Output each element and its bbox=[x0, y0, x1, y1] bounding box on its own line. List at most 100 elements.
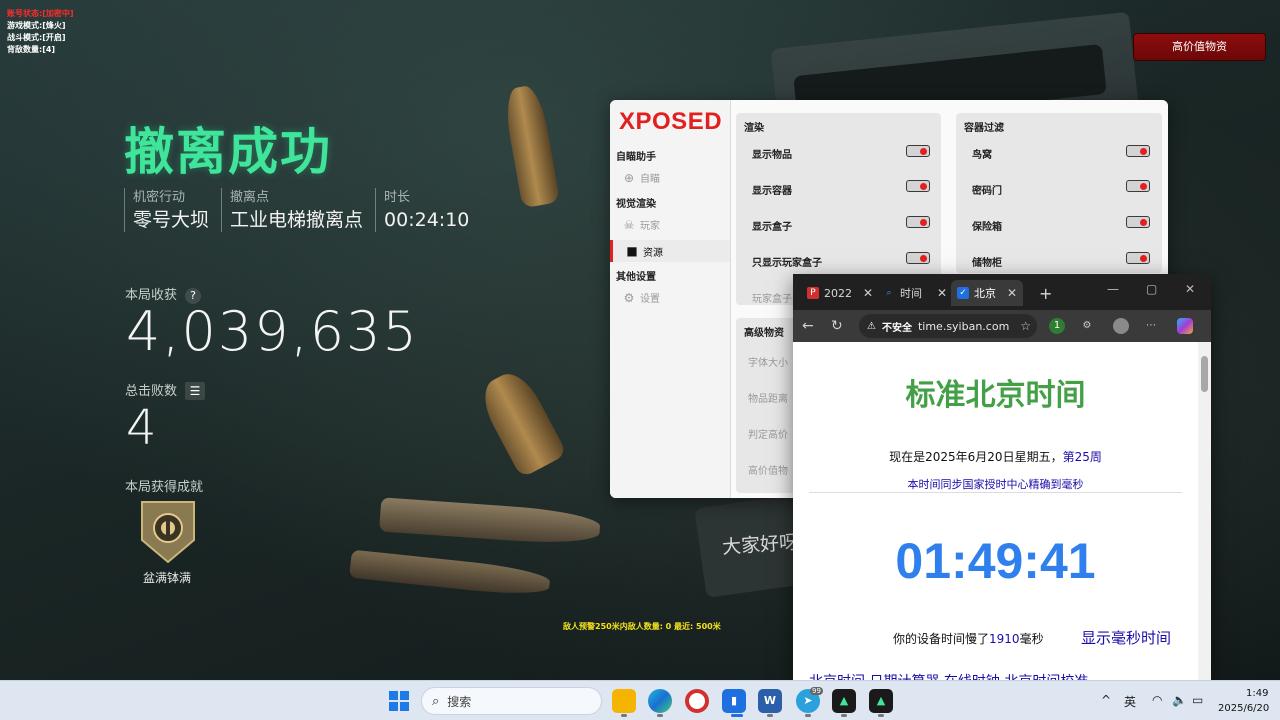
star-icon[interactable]: ☆ bbox=[1020, 319, 1031, 333]
maximize-icon[interactable]: ▢ bbox=[1146, 282, 1157, 296]
option-show-containers: 显示容器 bbox=[752, 186, 792, 197]
refresh-icon[interactable]: ↻ bbox=[831, 318, 843, 334]
info-label: 撤离点 bbox=[230, 190, 270, 205]
nav-item-label: 自瞄 bbox=[640, 174, 660, 185]
list-icon[interactable]: ☰ bbox=[185, 382, 206, 400]
nav-group-other: 其他设置 bbox=[616, 272, 656, 283]
current-date-text: 现在是2025年6月20日星期五， bbox=[889, 450, 1063, 464]
windows-start-icon[interactable] bbox=[389, 691, 409, 711]
card-text: 大家好呀 bbox=[721, 531, 799, 559]
hud-combat-mode: 战斗模式:[开启] bbox=[7, 33, 66, 42]
checkbox-icon: ✓ bbox=[957, 287, 969, 299]
taskbar-time[interactable]: 1:49 bbox=[1246, 688, 1268, 699]
profile-avatar[interactable] bbox=[1113, 318, 1129, 334]
option-bird-nest: 鸟窝 bbox=[972, 150, 992, 161]
toggle-show-containers[interactable] bbox=[906, 180, 930, 192]
taskbar-date[interactable]: 2025/6/20 bbox=[1218, 703, 1269, 714]
info-value: 工业电梯撤离点 bbox=[230, 209, 364, 231]
ime-indicator[interactable]: 英 bbox=[1124, 693, 1136, 710]
tab-label: 时间 bbox=[900, 287, 922, 300]
close-icon[interactable]: ✕ bbox=[1007, 286, 1017, 300]
info-label: 机密行动 bbox=[133, 190, 186, 205]
show-ms-link[interactable]: 显示毫秒时间 bbox=[1081, 627, 1171, 648]
info-value: 00:24:10 bbox=[384, 209, 470, 231]
week-link[interactable]: 第25周 bbox=[1063, 450, 1102, 464]
hud-game-mode: 游戏模式:[烽火] bbox=[7, 21, 66, 30]
info-exit-point: 撤离点 工业电梯撤离点 bbox=[221, 188, 375, 232]
option-player-boxes-only: 只显示玩家盒子 bbox=[752, 258, 822, 269]
window-close-icon[interactable]: ✕ bbox=[1185, 282, 1195, 296]
file-explorer-icon[interactable] bbox=[612, 689, 636, 713]
offset-ms: 1910 bbox=[989, 632, 1020, 646]
toggle-safe[interactable] bbox=[1126, 216, 1150, 228]
game-app-icon[interactable]: ▲ bbox=[832, 689, 856, 713]
toggle-locker[interactable] bbox=[1126, 252, 1150, 264]
taskbar-search[interactable]: ⌕ 搜索 bbox=[421, 687, 602, 715]
nav-item-settings[interactable]: ⚙ 设置 bbox=[622, 290, 660, 306]
copilot-icon[interactable] bbox=[1177, 318, 1193, 334]
tab-label: 2022 bbox=[824, 286, 852, 300]
container-filter-card: 容器过滤 鸟窝 密码门 保险箱 储物柜 bbox=[956, 113, 1162, 273]
record-icon[interactable] bbox=[685, 689, 709, 713]
gear-icon: ⚙ bbox=[623, 290, 635, 305]
running-indicator bbox=[767, 714, 773, 717]
word-icon[interactable]: W bbox=[758, 689, 782, 713]
volume-icon[interactable]: 🔈 bbox=[1172, 693, 1187, 707]
game-app-icon[interactable]: ▲ bbox=[869, 689, 893, 713]
toggle-show-boxes[interactable] bbox=[906, 216, 930, 228]
nav-item-resources[interactable]: ■ 资源 bbox=[610, 240, 730, 262]
achievement-name: 盆满钵满 bbox=[143, 571, 192, 585]
bullet-prop bbox=[379, 497, 601, 547]
back-icon[interactable]: ← bbox=[802, 318, 814, 334]
toggle-show-items[interactable] bbox=[906, 145, 930, 157]
edge-icon[interactable] bbox=[648, 689, 672, 713]
bottom-links[interactable]: 北京时间 日期计算器 在线时钟 北京时间校准 bbox=[809, 671, 1088, 680]
search-placeholder: 搜索 bbox=[447, 694, 472, 709]
toggle-code-door[interactable] bbox=[1126, 180, 1150, 192]
address-bar[interactable]: ⚠ 不安全 time.syiban.com ☆ bbox=[859, 314, 1037, 338]
notification-badge: 99 bbox=[810, 687, 823, 695]
high-value-button[interactable]: 高价值物资 bbox=[1134, 34, 1265, 60]
offset-suffix: 毫秒 bbox=[1019, 632, 1044, 646]
info-mission: 机密行动 零号大坝 bbox=[124, 188, 221, 232]
tab-pdf[interactable]: P 2022 ✕ bbox=[801, 280, 879, 306]
page-scrollbar[interactable] bbox=[1198, 342, 1211, 680]
option-font-size: 字体大小 bbox=[748, 358, 788, 369]
page-title: 标准北京时间 bbox=[905, 378, 1086, 413]
nav-item-label: 资源 bbox=[643, 247, 663, 259]
option-high-value-items: 高价值物 bbox=[748, 466, 788, 477]
not-secure-label: 不安全 bbox=[881, 322, 912, 334]
device-offset: 你的设备时间慢了1910毫秒 bbox=[893, 630, 1044, 647]
render-card-title: 渲染 bbox=[744, 123, 764, 134]
toggle-player-boxes-only[interactable] bbox=[906, 252, 930, 264]
skull-icon: ☠ bbox=[623, 217, 635, 232]
nav-item-label: 玩家 bbox=[640, 221, 660, 232]
close-icon[interactable]: ✕ bbox=[937, 286, 947, 300]
browser-window: P 2022 ✕ ⌕ 时间 ✕ ✓ 北京 ✕ + — ▢ ✕ ← ↻ ⚠ 不安全… bbox=[793, 274, 1211, 680]
offset-prefix: 你的设备时间慢了 bbox=[893, 632, 990, 646]
battery-icon[interactable]: ▭ bbox=[1192, 693, 1203, 707]
running-indicator bbox=[878, 714, 884, 717]
minimize-icon[interactable]: — bbox=[1107, 282, 1119, 296]
scrollbar-thumb[interactable] bbox=[1201, 356, 1208, 392]
close-icon[interactable]: ✕ bbox=[863, 286, 873, 300]
notes-app-icon[interactable]: ▮ bbox=[722, 689, 746, 713]
extensions-icon[interactable]: ⚙ bbox=[1079, 318, 1095, 334]
wifi-icon[interactable]: ◠ bbox=[1152, 693, 1162, 707]
tab-beijing[interactable]: ✓ 北京 ✕ bbox=[951, 280, 1024, 306]
new-tab-button[interactable]: + bbox=[1033, 280, 1058, 306]
tab-search[interactable]: ⌕ 时间 ✕ bbox=[877, 280, 953, 306]
kills-label-row: 总击败数 ☰ bbox=[125, 380, 206, 400]
more-icon[interactable]: ⋯ bbox=[1143, 318, 1159, 334]
search-icon: ⌕ bbox=[886, 288, 892, 298]
nav-item-player[interactable]: ☠ 玩家 bbox=[622, 217, 660, 233]
tray-chevron-icon[interactable]: ^ bbox=[1101, 693, 1111, 707]
pdf-icon: P bbox=[807, 287, 819, 299]
high-value-card-title: 高级物资 bbox=[744, 328, 784, 339]
toggle-bird-nest[interactable] bbox=[1126, 145, 1150, 157]
nav-group-aim: 自瞄助手 bbox=[616, 152, 656, 163]
nav-item-aim[interactable]: ⊕ 自瞄 bbox=[622, 170, 660, 186]
sync-note[interactable]: 本时间同步国家授时中心精确到毫秒 bbox=[793, 476, 1198, 492]
option-show-boxes: 显示盒子 bbox=[752, 222, 792, 233]
shield-extension-icon[interactable]: 1 bbox=[1049, 318, 1065, 334]
